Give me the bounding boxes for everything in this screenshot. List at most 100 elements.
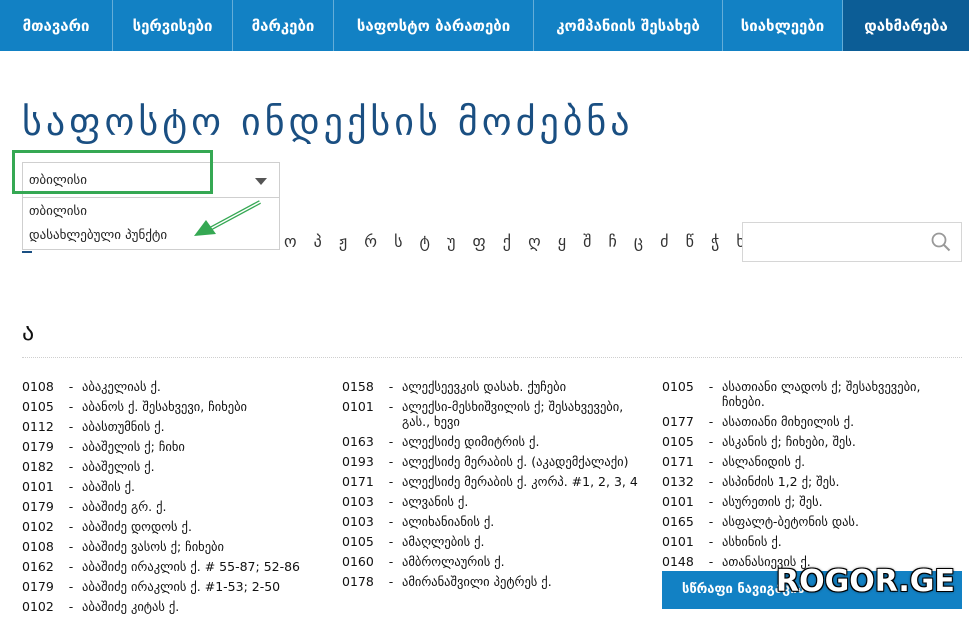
street-entry[interactable]: 0158- ალექსეევკის დასახ. ქუჩები bbox=[342, 379, 647, 394]
street-name: ალექსიძე მერაბის ქ. კორპ. #1, 2, 3, 4 bbox=[402, 474, 638, 489]
street-entry[interactable]: 0178- ამირანაშვილი პეტრეს ქ. bbox=[342, 574, 647, 589]
postal-code: 0108 bbox=[22, 539, 54, 554]
postal-code: 0178 bbox=[342, 574, 374, 589]
street-entry[interactable]: 0182- აბაშელის ქ. bbox=[22, 459, 322, 474]
postal-code: 0193 bbox=[342, 454, 374, 469]
nav-item-label: სიახლეები bbox=[740, 16, 825, 35]
street-entry[interactable]: 0105- ასათიანი ლადოს ქ; შესახვევები, ჩიხე… bbox=[662, 379, 962, 409]
street-name: ალექსეევკის დასახ. ქუჩები bbox=[402, 379, 567, 394]
street-entry[interactable]: 0108- აბაკელიას ქ. bbox=[22, 379, 322, 394]
street-entry[interactable]: 0112- აბასთუმნის ქ. bbox=[22, 419, 322, 434]
street-name: ასურეთის ქ; შეს. bbox=[722, 494, 823, 509]
postal-code: 0132 bbox=[662, 474, 694, 489]
nav-item-postcards[interactable]: საფოსტო ბარათები bbox=[334, 0, 534, 51]
nav-item-stamps[interactable]: მარკები bbox=[233, 0, 334, 51]
street-entry[interactable]: 0165- ასფალტ-ბეტონის დას. bbox=[662, 514, 962, 529]
separator: - bbox=[68, 379, 74, 394]
chevron-down-icon bbox=[255, 178, 267, 185]
separator: - bbox=[388, 554, 394, 569]
postal-code: 0105 bbox=[662, 434, 694, 449]
nav-item-label: კომპანიის შესახებ bbox=[556, 16, 700, 35]
nav-item-label: დახმარება bbox=[864, 16, 948, 35]
search-icon[interactable] bbox=[931, 232, 951, 252]
nav-item-help[interactable]: დახმარება bbox=[843, 0, 969, 51]
separator: - bbox=[388, 399, 394, 414]
street-name: ასხინის ქ. bbox=[722, 534, 782, 549]
separator: - bbox=[68, 399, 74, 414]
street-name: ასათიანი მიხეილის ქ. bbox=[722, 414, 855, 429]
street-entry[interactable]: 0179- აბაშიძე გრ. ქ. bbox=[22, 499, 322, 514]
separator: - bbox=[68, 479, 74, 494]
street-entry[interactable]: 0105- აბანოს ქ. შესახვევი, ჩიხები bbox=[22, 399, 322, 414]
street-name: ალექსიძე მერაბის ქ. (აკადემქალაქი) bbox=[402, 454, 629, 469]
separator: - bbox=[708, 554, 714, 569]
street-entry[interactable]: 0171- ალექსიძე მერაბის ქ. კორპ. #1, 2, 3,… bbox=[342, 474, 647, 489]
postal-code: 0179 bbox=[22, 499, 54, 514]
nav-item-home[interactable]: მთავარი bbox=[0, 0, 113, 51]
street-column-1: 0108- აბაკელიას ქ. 0105- აბანოს ქ. შესახვევ… bbox=[22, 379, 322, 619]
dropdown-option-settlement[interactable]: დასახლებული პუნქტი bbox=[29, 228, 167, 243]
separator: - bbox=[708, 494, 714, 509]
postal-code: 0179 bbox=[22, 439, 54, 454]
postal-code: 0182 bbox=[22, 459, 54, 474]
street-name: ამბროლაურის ქ. bbox=[402, 554, 505, 569]
separator: - bbox=[68, 599, 74, 614]
street-entry[interactable]: 0108- აბაშიძე ვასოს ქ; ჩიხები bbox=[22, 539, 322, 554]
street-name: ალვანის ქ. bbox=[402, 494, 469, 509]
street-entry[interactable]: 0102- აბაშიძე კიტას ქ. bbox=[22, 599, 322, 614]
search-input[interactable] bbox=[742, 222, 962, 262]
top-navigation: მთავარი სერვისები მარკები საფოსტო ბარათე… bbox=[0, 0, 969, 51]
postal-code: 0108 bbox=[22, 379, 54, 394]
separator: - bbox=[708, 534, 714, 549]
nav-item-label: საფოსტო ბარათები bbox=[356, 16, 511, 35]
street-entry[interactable]: 0103- ალიხანიანის ქ. bbox=[342, 514, 647, 529]
separator: - bbox=[68, 579, 74, 594]
street-entry[interactable]: 0101- ასხინის ქ. bbox=[662, 534, 962, 549]
postal-code: 0158 bbox=[342, 379, 374, 394]
postal-code: 0171 bbox=[342, 474, 374, 489]
nav-item-about[interactable]: კომპანიის შესახებ bbox=[534, 0, 723, 51]
street-entry[interactable]: 0179- აბაშელის ქ; ჩიხი bbox=[22, 439, 322, 454]
separator: - bbox=[708, 414, 714, 429]
alphabet-nav[interactable]: ო პ ჟ რ ს ტ უ ფ ქ ღ ყ შ ჩ ც ძ წ ჭ ხ ჯ ჰ bbox=[284, 232, 800, 251]
street-entry[interactable]: 0160- ამბროლაურის ქ. bbox=[342, 554, 647, 569]
street-entry[interactable]: 0101- ასურეთის ქ; შეს. bbox=[662, 494, 962, 509]
street-entry[interactable]: 0193- ალექსიძე მერაბის ქ. (აკადემქალაქი) bbox=[342, 454, 647, 469]
street-entry[interactable]: 0103- ალვანის ქ. bbox=[342, 494, 647, 509]
street-entry[interactable]: 0179- აბაშიძე ირაკლის ქ. #1-53; 2-50 bbox=[22, 579, 322, 594]
street-entry[interactable]: 0162- აბაშიძე ირაკლის ქ. # 55-87; 52-86 bbox=[22, 559, 322, 574]
street-entry[interactable]: 0177- ასათიანი მიხეილის ქ. bbox=[662, 414, 962, 429]
street-entry[interactable]: 0102- აბაშიძე დოდოს ქ. bbox=[22, 519, 322, 534]
street-entry[interactable]: 0171- ასლანიდის ქ. bbox=[662, 454, 962, 469]
postal-code: 0162 bbox=[22, 559, 54, 574]
active-letter-marker bbox=[22, 251, 32, 253]
street-entry[interactable]: 0101- აბაშის ქ. bbox=[22, 479, 322, 494]
nav-item-services[interactable]: სერვისები bbox=[113, 0, 233, 51]
nav-item-news[interactable]: სიახლეები bbox=[723, 0, 843, 51]
street-name: ალექსი-მესხიშვილის ქ; შესახვევები, გას.,… bbox=[402, 399, 624, 429]
street-column-3: 0105- ასათიანი ლადოს ქ; შესახვევები, ჩიხე… bbox=[662, 379, 962, 574]
street-entry[interactable]: 0101- ალექსი-მესხიშვილის ქ; შესახვევები, … bbox=[342, 399, 647, 429]
postal-code: 0103 bbox=[342, 514, 374, 529]
separator: - bbox=[708, 379, 714, 394]
postal-code: 0179 bbox=[22, 579, 54, 594]
postal-code: 0101 bbox=[662, 534, 694, 549]
postal-code: 0101 bbox=[22, 479, 54, 494]
separator: - bbox=[388, 494, 394, 509]
postal-code: 0105 bbox=[22, 399, 54, 414]
separator: - bbox=[708, 514, 714, 529]
street-name: აბაშის ქ. bbox=[82, 479, 135, 494]
separator: - bbox=[388, 574, 394, 589]
street-name: ასკანის ქ; ჩიხები, შეს. bbox=[722, 434, 856, 449]
street-entry[interactable]: 0163- ალექსიძე დიმიტრის ქ. bbox=[342, 434, 647, 449]
street-entry[interactable]: 0132- ასპინძის 1,2 ქ; შეს. bbox=[662, 474, 962, 489]
street-name: აბასთუმნის ქ. bbox=[82, 419, 165, 434]
street-entry[interactable]: 0105- ასკანის ქ; ჩიხები, შეს. bbox=[662, 434, 962, 449]
separator: - bbox=[68, 459, 74, 474]
separator: - bbox=[708, 434, 714, 449]
street-name: ასპინძის 1,2 ქ; შეს. bbox=[722, 474, 840, 489]
street-name: აბაკელიას ქ. bbox=[82, 379, 161, 394]
separator: - bbox=[388, 434, 394, 449]
dropdown-option-tbilisi[interactable]: თბილისი bbox=[29, 204, 87, 219]
street-entry[interactable]: 0105- ამაღლების ქ. bbox=[342, 534, 647, 549]
